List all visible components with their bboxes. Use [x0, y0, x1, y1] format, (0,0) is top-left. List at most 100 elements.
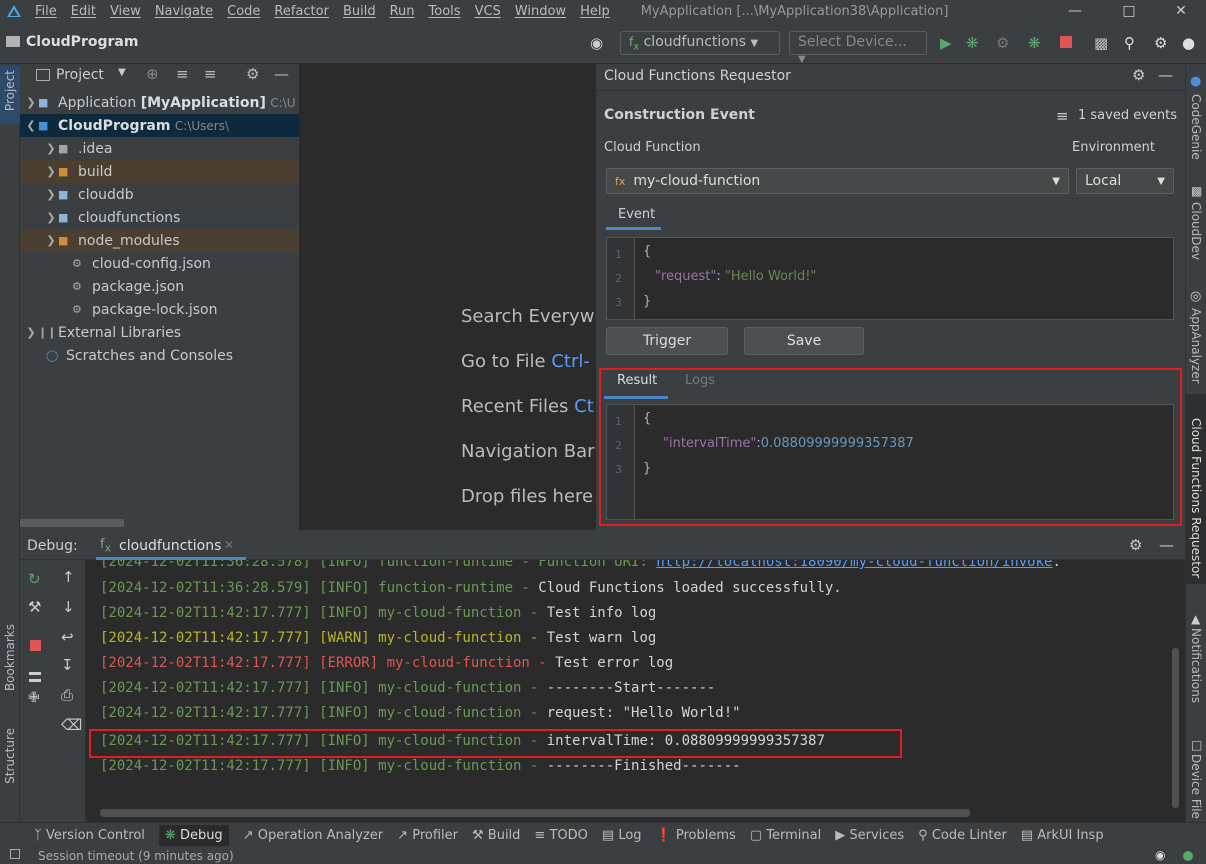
hide-icon[interactable]: —	[1158, 66, 1173, 84]
cloud-status-icon[interactable]: ◉	[1155, 848, 1165, 862]
menu-tools[interactable]: Tools	[422, 4, 468, 19]
debug-icon[interactable]: ❋	[966, 34, 979, 52]
bookmarks-tool-label[interactable]: Bookmarks	[3, 624, 17, 691]
locate-icon[interactable]: ⊕	[146, 65, 159, 83]
tree-item-package-json[interactable]: ⚙ package.json	[20, 275, 299, 298]
tool-problems[interactable]: ❗ Problems	[656, 828, 736, 843]
collapse-all-icon[interactable]: ≡	[204, 65, 217, 83]
tree-item-node-modules[interactable]: ❯ ■ node_modules	[20, 229, 299, 252]
menu-navigate[interactable]: Navigate	[148, 4, 220, 19]
project-view-dropdown[interactable]: Project	[56, 67, 104, 83]
minimize-icon[interactable]: —	[1050, 0, 1100, 22]
run-config-dropdown[interactable]: fx cloudfunctions ▼	[620, 31, 780, 55]
menu-refactor[interactable]: Refactor	[267, 4, 336, 19]
list-icon[interactable]: ≡	[1056, 107, 1069, 125]
appanalyzer-tool-label[interactable]: AppAnalyzer	[1189, 308, 1203, 384]
tool-operation-analyzer[interactable]: ↗ Operation Analyzer	[243, 828, 383, 843]
tree-item-package-lock[interactable]: ⚙ package-lock.json	[20, 298, 299, 321]
notifications-tool-label[interactable]: Notifications	[1189, 628, 1203, 703]
target-icon[interactable]: ◉	[590, 34, 603, 52]
menu-edit[interactable]: Edit	[64, 4, 103, 19]
tree-item-build[interactable]: ❯ ■ build	[20, 160, 299, 183]
menu-run[interactable]: Run	[383, 4, 422, 19]
arrow-down-icon[interactable]: ↓	[62, 598, 75, 616]
cfr-tool-tab[interactable]: Cloud Functions Requestor	[1186, 394, 1206, 584]
stop-icon[interactable]	[1060, 36, 1072, 48]
save-button[interactable]: Save	[744, 327, 864, 355]
tab-cloudfunctions[interactable]: cloudfunctions	[119, 538, 221, 554]
hide-icon[interactable]: —	[274, 65, 289, 83]
tool-debug[interactable]: ❋ Debug	[158, 825, 229, 846]
hide-icon[interactable]: —	[1159, 536, 1174, 554]
tool-terminal[interactable]: ▢ Terminal	[750, 828, 821, 843]
horizontal-scrollbar[interactable]	[100, 809, 970, 817]
tab-event[interactable]: Event	[618, 207, 655, 222]
maximize-icon[interactable]: □	[1104, 0, 1154, 22]
wrench-icon[interactable]: ⚒	[28, 598, 41, 616]
tool-version-control[interactable]: ᛉ Version Control	[34, 828, 145, 843]
tool-build[interactable]: ⚒ Build	[472, 828, 520, 843]
status-panel-icon[interactable]	[10, 849, 20, 859]
tree-item-cloudfunctions[interactable]: ❯ ■ cloudfunctions	[20, 206, 299, 229]
tree-item-cloudprogram[interactable]: ❮ ■ CloudProgram C:\Users\	[20, 114, 299, 137]
gear-icon[interactable]: ⚙	[1132, 66, 1145, 84]
tool-code-linter[interactable]: ⚲ Code Linter	[918, 828, 1007, 843]
arrow-up-icon[interactable]: ↑	[62, 568, 75, 586]
tool-profiler[interactable]: ↗ Profiler	[397, 828, 458, 843]
tree-label: cloudfunctions	[78, 209, 181, 226]
saved-events-link[interactable]: 1 saved events	[1078, 108, 1177, 123]
clouddev-tool-label[interactable]: CloudDev	[1189, 202, 1203, 260]
device-file-tool-label[interactable]: Device File	[1189, 754, 1203, 819]
tree-item-application[interactable]: ❯ ■ Application [MyApplication] C:\U	[20, 91, 299, 114]
search-icon[interactable]: ⚲	[1124, 34, 1135, 52]
account-icon[interactable]: ●	[1182, 34, 1195, 52]
print-icon[interactable]: ⎙	[61, 686, 73, 704]
layout-icon[interactable]	[29, 672, 41, 682]
horizontal-scrollbar[interactable]	[20, 519, 124, 527]
soft-wrap-icon[interactable]: ↩	[61, 628, 74, 646]
expand-all-icon[interactable]: ≡	[176, 65, 189, 83]
tree-item-scratches[interactable]: ◯ Scratches and Consoles	[20, 344, 299, 367]
profile-icon[interactable]: ⚙	[996, 34, 1009, 52]
menu-view[interactable]: View	[103, 4, 148, 19]
rerun-icon[interactable]: ↻	[28, 570, 41, 588]
menu-window[interactable]: Window	[508, 4, 573, 19]
vertical-scrollbar[interactable]	[1172, 648, 1179, 808]
tool-services[interactable]: ▶ Services	[835, 828, 904, 843]
menu-file[interactable]: File	[28, 4, 64, 19]
project-structure-icon[interactable]: ▩	[1094, 34, 1108, 52]
tree-item-clouddb[interactable]: ❯ ■ clouddb	[20, 183, 299, 206]
menu-help[interactable]: Help	[573, 4, 617, 19]
device-dropdown[interactable]: Select Device... ▼	[789, 31, 927, 65]
trigger-button[interactable]: Trigger	[606, 327, 728, 355]
cloud-function-dropdown[interactable]: fx my-cloud-function ▼	[606, 168, 1069, 194]
project-tool-tab[interactable]: Project	[0, 66, 20, 124]
trash-icon[interactable]: ⌫	[61, 716, 82, 734]
tree-item-external-libraries[interactable]: ❯ ❙❙ External Libraries	[20, 321, 299, 344]
tool-log[interactable]: ▤ Log	[602, 828, 642, 843]
environment-dropdown[interactable]: Local ▼	[1076, 168, 1174, 194]
menu-code[interactable]: Code	[220, 4, 267, 19]
scroll-to-end-icon[interactable]: ↧	[61, 656, 74, 674]
settings-icon[interactable]: ⚙	[1154, 34, 1167, 52]
tool-arkui-inspector[interactable]: ▤ ArkUI Insp	[1021, 828, 1104, 843]
tree-item-cloud-config[interactable]: ⚙ cloud-config.json	[20, 252, 299, 275]
close-tab-icon[interactable]: ✕	[224, 538, 234, 552]
tool-todo[interactable]: ≡ TODO	[534, 828, 587, 843]
tree-item-idea[interactable]: ❯ ■ .idea	[20, 137, 299, 160]
codegenie-tool-label[interactable]: CodeGenie	[1189, 94, 1203, 160]
stop-icon[interactable]	[30, 640, 41, 651]
close-icon[interactable]: ✕	[1156, 0, 1206, 22]
gear-icon[interactable]: ⚙	[246, 65, 259, 83]
menu-vcs[interactable]: VCS	[468, 4, 508, 19]
function-uri-link[interactable]: http://localhost:18090/my-cloud-function…	[656, 560, 1052, 570]
gear-icon[interactable]: ⚙	[1129, 536, 1142, 554]
pin-icon[interactable]: ✙	[28, 690, 40, 706]
structure-tool-label[interactable]: Structure	[3, 728, 17, 784]
project-breadcrumb[interactable]: CloudProgram	[26, 34, 138, 50]
chevron-down-icon[interactable]: ▼	[118, 67, 126, 78]
run-icon[interactable]: ▶	[940, 34, 952, 52]
attach-debugger-icon[interactable]: ❋	[1028, 34, 1041, 52]
menu-build[interactable]: Build	[336, 4, 383, 19]
event-editor[interactable]: 1 2 3 { "request": "Hello World!" }	[606, 237, 1174, 320]
